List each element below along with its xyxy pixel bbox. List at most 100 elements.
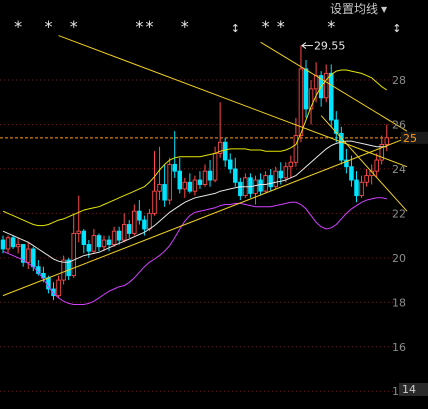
candle-body <box>238 181 243 197</box>
y-tick-label: 28 <box>392 74 406 87</box>
candle <box>96 233 102 252</box>
boll-mid-line <box>2 140 387 263</box>
candle <box>15 237 21 254</box>
candle <box>339 126 344 165</box>
candle-body <box>111 230 117 245</box>
kline-chart[interactable]: ******↕***↕ 28262422201816142514 29.55 <box>0 0 428 409</box>
candle <box>20 244 26 267</box>
candle <box>233 157 238 187</box>
candle-body <box>26 248 31 263</box>
star-marker: * <box>135 17 143 36</box>
y-tick-label: 24 <box>392 163 406 176</box>
candle-body <box>233 168 238 183</box>
y-tick-label: 18 <box>392 296 406 309</box>
candle <box>116 226 122 245</box>
candle <box>253 175 258 205</box>
y-tick-label: 26 <box>392 118 406 131</box>
star-marker: * <box>145 17 153 36</box>
candlesticks[interactable] <box>0 45 390 301</box>
candle-body <box>298 68 304 137</box>
candle-body <box>137 210 142 221</box>
candle-body <box>157 184 162 192</box>
candle-body <box>147 212 152 230</box>
candle-body <box>152 190 157 214</box>
candle-body <box>303 68 309 110</box>
candle <box>227 153 233 174</box>
candle-body <box>192 179 198 192</box>
ma-settings-button[interactable]: 设置均线 ▼ <box>330 1 387 17</box>
candle <box>197 171 203 189</box>
candle-body <box>253 179 258 194</box>
candle <box>182 177 188 198</box>
candle-body <box>313 75 319 90</box>
candle-body <box>177 170 182 190</box>
high-annotation: 29.55 <box>301 40 346 53</box>
candle-body <box>349 166 354 181</box>
candle-body <box>222 141 228 161</box>
y-tick-label: 20 <box>392 252 406 265</box>
candle-body <box>56 279 61 297</box>
star-marker: * <box>44 17 52 36</box>
candle-body <box>167 164 172 201</box>
candle-body <box>101 239 107 248</box>
candle <box>26 242 31 269</box>
candle-body <box>207 170 213 181</box>
candle <box>121 213 127 243</box>
candle <box>91 228 97 254</box>
annotation-label: 29.55 <box>314 40 346 53</box>
candle <box>238 177 243 201</box>
candle-body <box>263 175 268 192</box>
candle <box>167 157 172 205</box>
candle-body <box>0 239 6 250</box>
candle <box>56 275 61 298</box>
candle <box>268 168 273 192</box>
candle <box>81 228 87 254</box>
candle <box>379 135 385 165</box>
star-marker: * <box>262 17 270 36</box>
candle-body <box>359 181 364 197</box>
candle <box>354 171 359 203</box>
candle-body <box>323 72 329 99</box>
trendline <box>2 137 408 297</box>
star-marker: * <box>70 17 78 36</box>
candle <box>217 102 223 158</box>
candle <box>0 235 6 254</box>
candle-body <box>71 232 76 277</box>
caret-down-icon: ▼ <box>381 5 388 14</box>
y-tick-label: 16 <box>392 341 406 354</box>
candle <box>5 235 11 254</box>
candle <box>374 153 379 178</box>
candle <box>137 200 142 225</box>
arrow-marker: ↕ <box>392 22 401 35</box>
candle-body <box>126 224 132 234</box>
candle <box>202 164 208 187</box>
candle-body <box>121 224 127 241</box>
candle-body <box>288 161 294 168</box>
candle <box>212 146 218 183</box>
candle-body <box>116 230 122 241</box>
y-tick-label: 22 <box>392 207 406 220</box>
candle-body <box>162 184 167 201</box>
candle <box>111 226 117 247</box>
price-axis: 28262422201816142514 <box>392 74 428 398</box>
candle <box>152 151 157 216</box>
candle-body <box>106 239 112 245</box>
candle <box>369 164 374 185</box>
candle-body <box>81 230 87 245</box>
candle <box>263 171 268 194</box>
current-price-tag: 25 <box>403 132 417 145</box>
candle-body <box>384 137 390 145</box>
trendline <box>260 41 408 132</box>
candle-body <box>172 164 177 172</box>
candle <box>192 175 198 196</box>
candle-body <box>86 244 92 252</box>
candle-body <box>212 152 218 181</box>
candle-body <box>5 237 11 250</box>
candle-body <box>374 159 379 172</box>
candle-body <box>258 179 263 192</box>
candle-body <box>268 175 273 188</box>
candle <box>273 166 278 189</box>
candle <box>187 173 193 194</box>
candle-body <box>278 170 284 179</box>
candle-body <box>202 170 208 185</box>
